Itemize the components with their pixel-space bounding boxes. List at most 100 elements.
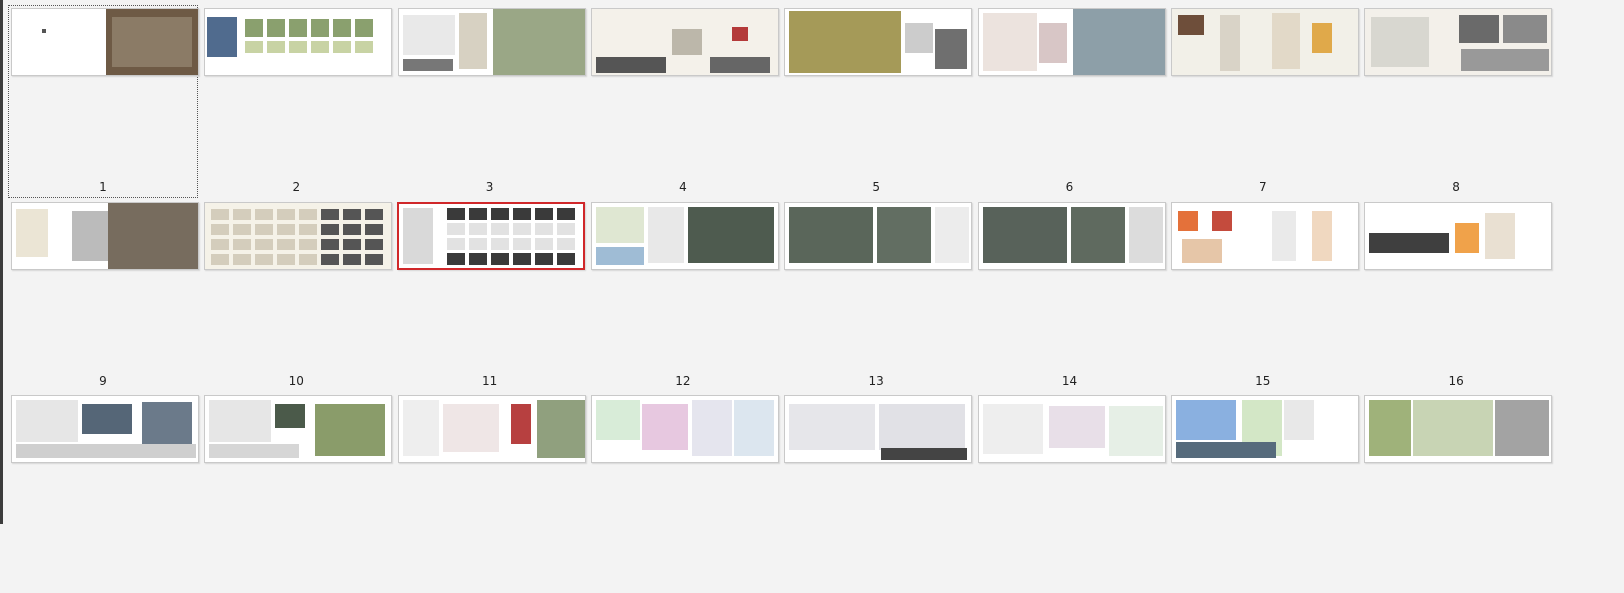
slide-thumbnail[interactable] (590, 202, 779, 270)
thumbnail-graphic (365, 224, 384, 235)
thumbnail-graphic (1108, 406, 1163, 456)
slide-thumbnail-cell[interactable] (1362, 200, 1553, 400)
slide-thumbnail-cell[interactable] (976, 393, 1166, 593)
slide-thumbnail[interactable] (396, 202, 585, 270)
thumbnail-graphic (402, 15, 455, 55)
slide-sorter-grid (8, 0, 1609, 524)
thumbnail-graphic (321, 224, 340, 235)
thumbnail-graphic (255, 239, 274, 250)
slide-thumbnail-cell[interactable] (396, 6, 586, 206)
thumbnail-graphic (1459, 15, 1500, 43)
slide-thumbnail[interactable] (11, 202, 199, 270)
thumbnail-graphic (595, 57, 666, 73)
thumbnail-graphic (365, 239, 384, 250)
slide-thumbnail[interactable] (11, 395, 199, 463)
slide-thumbnail[interactable] (1364, 8, 1553, 76)
slide-thumbnail-cell[interactable] (782, 6, 973, 206)
slide-thumbnail[interactable] (1364, 395, 1553, 463)
thumbnail-graphic (709, 57, 770, 73)
slide-thumbnail[interactable] (397, 8, 586, 76)
slide-thumbnail-cell[interactable] (396, 200, 585, 400)
thumbnail-graphic (468, 238, 487, 250)
thumbnail-graphic (211, 254, 230, 265)
slide-thumbnail-cell[interactable] (589, 200, 779, 400)
slide-thumbnail-cell[interactable] (1362, 6, 1553, 206)
thumbnail-graphic (207, 17, 238, 57)
slide-thumbnail-cell[interactable] (202, 393, 393, 593)
thumbnail-graphic (534, 208, 553, 220)
slide-thumbnail[interactable] (590, 8, 779, 76)
thumbnail-graphic (1369, 400, 1412, 456)
slide-number-label: 15 (1255, 374, 1271, 388)
thumbnail-graphic (1177, 15, 1204, 35)
thumbnail-graphic (1038, 23, 1067, 63)
slide-thumbnail[interactable] (11, 8, 199, 76)
slide-thumbnail[interactable] (784, 395, 973, 463)
slide-thumbnail[interactable] (590, 395, 779, 463)
thumbnail-graphic (789, 404, 876, 450)
slide-thumbnail-cell[interactable] (782, 200, 973, 400)
slide-thumbnail-cell[interactable] (782, 393, 973, 593)
thumbnail-graphic (468, 208, 487, 220)
slide-thumbnail-cell[interactable] (396, 393, 586, 593)
thumbnail-graphic (233, 254, 252, 265)
slide-thumbnail-cell[interactable] (9, 393, 199, 593)
thumbnail-graphic (72, 211, 108, 261)
slide-number-label: 4 (679, 180, 687, 194)
thumbnail-graphic (42, 29, 46, 33)
thumbnail-graphic (1219, 15, 1240, 71)
thumbnail-graphic (355, 41, 374, 53)
slide-thumbnail-cell[interactable] (1169, 200, 1359, 400)
slide-number-label: 12 (675, 374, 691, 388)
thumbnail-graphic (1311, 23, 1332, 53)
thumbnail-graphic (321, 254, 340, 265)
thumbnail-graphic (333, 19, 352, 37)
slide-thumbnail-cell[interactable] (976, 200, 1166, 400)
thumbnail-graphic (731, 27, 748, 41)
slide-thumbnail-cell[interactable] (8, 5, 199, 198)
thumbnail-graphic (267, 41, 286, 53)
thumbnail-graphic (1211, 211, 1232, 231)
slide-thumbnail[interactable] (977, 202, 1166, 270)
slide-thumbnail-cell[interactable] (589, 6, 779, 206)
thumbnail-graphic (112, 17, 192, 67)
slide-thumbnail[interactable] (397, 395, 586, 463)
slide-thumbnail[interactable] (977, 395, 1166, 463)
slide-thumbnail-cell[interactable] (589, 393, 779, 593)
slide-thumbnail[interactable] (204, 395, 393, 463)
thumbnail-graphic (490, 223, 509, 235)
thumbnail-graphic (343, 254, 362, 265)
slide-thumbnail[interactable] (1170, 202, 1359, 270)
slide-thumbnail[interactable] (977, 8, 1166, 76)
slide-thumbnail[interactable] (784, 8, 973, 76)
thumbnail-graphic (687, 207, 774, 263)
thumbnail-graphic (534, 238, 553, 250)
slide-number-label: 6 (1065, 180, 1074, 194)
slide-thumbnail[interactable] (784, 202, 973, 270)
slide-thumbnail[interactable] (204, 8, 393, 76)
thumbnail-graphic (355, 19, 374, 37)
thumbnail-graphic (315, 404, 386, 456)
thumbnail-graphic (289, 41, 308, 53)
slide-thumbnail[interactable] (204, 202, 393, 270)
slide-thumbnail-cell[interactable] (202, 6, 393, 206)
thumbnail-graphic (343, 239, 362, 250)
slide-thumbnail-cell[interactable] (1169, 6, 1359, 206)
thumbnail-graphic (982, 13, 1037, 71)
slide-thumbnail-cell[interactable] (202, 200, 393, 400)
thumbnail-graphic (490, 238, 509, 250)
slide-thumbnail[interactable] (1364, 202, 1553, 270)
thumbnail-graphic (935, 207, 970, 263)
thumbnail-graphic (512, 253, 531, 265)
thumbnail-graphic (1128, 207, 1163, 263)
slide-thumbnail-cell[interactable] (9, 200, 199, 400)
slide-thumbnail-cell[interactable] (1362, 393, 1553, 593)
slide-thumbnail[interactable] (1170, 395, 1359, 463)
thumbnail-graphic (877, 207, 932, 263)
thumbnail-graphic (458, 13, 487, 69)
slide-thumbnail[interactable] (1170, 8, 1359, 76)
thumbnail-graphic (209, 400, 272, 442)
slide-thumbnail-cell[interactable] (1169, 393, 1359, 593)
slide-thumbnail-cell[interactable] (976, 6, 1166, 206)
thumbnail-graphic (245, 19, 264, 37)
